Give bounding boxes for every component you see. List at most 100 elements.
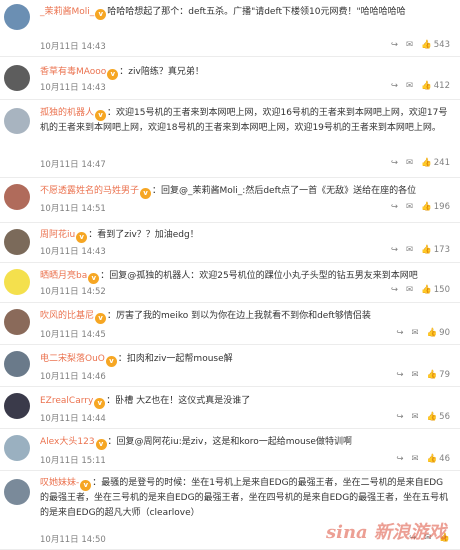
comment-time: 10月11日 14:47 xyxy=(40,160,106,170)
like-button[interactable]: 👍 412 xyxy=(421,81,450,91)
like-icon: 👍 xyxy=(421,158,432,168)
avatar[interactable] xyxy=(4,65,30,91)
avatar[interactable] xyxy=(4,393,30,419)
comment-item: 香草有毒MAooo v ：ziv陪练？真兄弟！ 10月11日 14:43 ↪ ✉ 👍 412 xyxy=(0,57,460,100)
comment-username[interactable]: 香草有毒MAooo xyxy=(40,67,106,77)
reply-button[interactable]: ✉ xyxy=(406,245,413,255)
reply-icon: ✉ xyxy=(406,245,414,255)
comment-time: 10月11日 15:11 xyxy=(40,456,106,466)
share-button[interactable]: ↪ xyxy=(391,285,398,295)
comment-actions: ↪ ✉ 👍 46 xyxy=(396,454,450,464)
reply-icon: ✉ xyxy=(406,81,414,91)
reply-icon: ✉ xyxy=(411,412,419,422)
vip-badge-icon: v xyxy=(107,69,119,80)
reply-button[interactable]: ✉ xyxy=(411,370,418,380)
share-button[interactable]: ↪ xyxy=(396,328,403,338)
comment-item: EZrealCarry v ：卧槽 大Z也在！这仪式真是没谁了 10月11日 14:4… xyxy=(0,387,460,429)
comment-username[interactable]: EZrealCarry xyxy=(40,396,93,406)
avatar[interactable] xyxy=(4,269,30,295)
comment-text: Alex大头123 v ：回复@周阿花iu:是ziv，这是和koro一起给mouse… xyxy=(40,435,450,450)
reply-button[interactable]: ✉ xyxy=(411,454,418,464)
share-button[interactable]: ↪ xyxy=(391,245,398,255)
vip-badge-icon: v xyxy=(95,110,107,121)
like-icon: 👍 xyxy=(421,202,432,212)
comment-item: 电二宋梨落OuO v ：扣肉和ziv一起帮mouse解 10月11日 14:46 ↪ ✉ 👍… xyxy=(0,345,460,387)
like-button[interactable]: 👍 46 xyxy=(427,454,450,464)
comment-text: 不愿透露姓名的马姓男子 v ：回复@_茉莉酱Moli_:然后deft点了一首《无敌》… xyxy=(40,184,450,199)
like-button[interactable]: 👍 90 xyxy=(427,328,450,338)
like-count: 90 xyxy=(439,328,450,338)
share-button[interactable]: ↪ xyxy=(396,370,403,380)
share-button[interactable]: ↪ xyxy=(391,158,398,168)
share-button[interactable]: ↪ xyxy=(396,454,403,464)
share-icon: ↪ xyxy=(396,328,404,338)
reply-button[interactable]: ✉ xyxy=(411,412,418,422)
like-icon: 👍 xyxy=(421,40,432,50)
avatar[interactable] xyxy=(4,435,30,461)
reply-button[interactable]: ✉ xyxy=(406,202,413,212)
comment-username[interactable]: 孤独的机器人 xyxy=(40,108,94,118)
share-icon: ↪ xyxy=(396,370,404,380)
like-button[interactable]: 👍 173 xyxy=(421,245,450,255)
avatar[interactable] xyxy=(4,479,30,505)
share-icon: ↪ xyxy=(390,158,399,168)
reply-icon: ✉ xyxy=(406,40,414,50)
comment-body: ：卧槽 大Z也在！这仪式真是没谁了 xyxy=(106,396,251,406)
share-button[interactable]: ↪ xyxy=(396,412,403,422)
comment-username[interactable]: _茉莉酱Moli_ xyxy=(40,7,94,17)
avatar[interactable] xyxy=(4,229,30,255)
reply-button[interactable]: ✉ xyxy=(406,81,413,91)
comment-username[interactable]: 电二宋梨落OuO xyxy=(40,354,105,364)
avatar[interactable] xyxy=(4,309,30,335)
reply-button[interactable]: ✉ xyxy=(406,158,413,168)
vip-badge-icon: v xyxy=(105,356,117,367)
comment-text: _茉莉酱Moli_ v 哈哈哈想起了那个：deft五杀。广播"请deft下楼领10元… xyxy=(40,5,450,20)
comment-username[interactable]: Alex大头123 xyxy=(40,437,95,447)
avatar[interactable] xyxy=(4,4,30,30)
reply-button[interactable]: ✉ xyxy=(406,40,413,50)
avatar[interactable] xyxy=(4,351,30,377)
comment-time: 10月11日 14:52 xyxy=(40,287,106,297)
share-button[interactable]: ↪ xyxy=(391,81,398,91)
reply-icon: ✉ xyxy=(406,158,414,168)
vip-badge-icon: v xyxy=(80,480,92,491)
like-button[interactable]: 👍 241 xyxy=(421,158,450,168)
comment-username[interactable]: 吹风的比基尼 xyxy=(40,311,94,321)
like-button[interactable]: 👍 196 xyxy=(421,202,450,212)
avatar[interactable] xyxy=(4,108,30,134)
share-button[interactable]: ↪ xyxy=(391,40,398,50)
reply-button[interactable]: ✉ xyxy=(411,328,418,338)
reply-icon: ✉ xyxy=(411,328,419,338)
comment-text: 孤独的机器人 v ：欢迎15号机的王者来到本网吧上网，欢迎16号机的王者来到本网吧上… xyxy=(40,106,450,136)
share-icon: ↪ xyxy=(390,285,399,295)
share-icon: ↪ xyxy=(390,245,399,255)
reply-button[interactable]: ✉ xyxy=(406,285,413,295)
avatar[interactable] xyxy=(4,184,30,210)
comment-body: ：回复@周阿花iu:是ziv，这是和koro一起给mouse做特训啊 xyxy=(107,437,352,447)
comment-body: ：回复@_茉莉酱Moli_:然后deft点了一首《无敌》送给在座的各位 xyxy=(152,186,417,196)
like-button[interactable]: 👍 150 xyxy=(421,285,450,295)
vip-badge-icon: v xyxy=(95,439,107,450)
comment-username[interactable]: 叹她妹妹- xyxy=(40,478,79,488)
comment-time: 10月11日 14:50 xyxy=(40,535,106,545)
like-count: 196 xyxy=(433,202,450,212)
comment-username[interactable]: 周阿花iu xyxy=(40,230,75,240)
comment-actions: ↪ ✉ 👍 543 xyxy=(391,40,450,50)
like-icon: 👍 xyxy=(421,81,432,91)
comment-actions: ↪ ✉ 👍 196 xyxy=(391,202,450,212)
comment-body: ：看到了ziv？？加油edg！ xyxy=(88,230,199,240)
share-icon: ↪ xyxy=(396,412,404,422)
comment-time: 10月11日 14:44 xyxy=(40,414,106,424)
like-button[interactable]: 👍 79 xyxy=(427,370,450,380)
comment-username[interactable]: 不愿透露姓名的马姓男子 xyxy=(40,186,139,196)
like-button[interactable]: 👍 56 xyxy=(427,412,450,422)
share-icon: ↪ xyxy=(396,454,404,464)
like-button[interactable]: 👍 543 xyxy=(421,40,450,50)
like-count: 79 xyxy=(439,370,450,380)
share-button[interactable]: ↪ xyxy=(391,202,398,212)
vip-badge-icon: v xyxy=(76,232,88,243)
share-icon: ↪ xyxy=(390,202,399,212)
comment-time: 10月11日 14:45 xyxy=(40,330,106,340)
comment-actions: ↪ ✉ 👍 241 xyxy=(391,158,450,168)
comment-username[interactable]: 晒晒月亮ba xyxy=(40,271,87,281)
